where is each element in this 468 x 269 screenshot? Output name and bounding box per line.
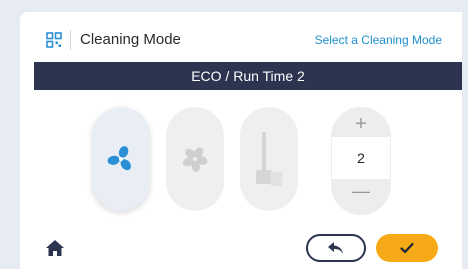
increment-button[interactable]: +: [331, 113, 391, 135]
mop-mode-button-disabled[interactable]: [240, 107, 298, 211]
cleaning-mode-panel: Cleaning Mode Select a Cleaning Mode ECO…: [20, 12, 462, 269]
mode-banner: ECO / Run Time 2: [34, 62, 462, 90]
back-arrow-icon: [328, 242, 343, 254]
panel-header: Cleaning Mode Select a Cleaning Mode: [20, 12, 462, 62]
check-icon: [400, 242, 414, 254]
select-cleaning-mode-link[interactable]: Select a Cleaning Mode: [315, 33, 442, 47]
stepper-value: 2: [332, 137, 390, 179]
fan-icon: [183, 147, 208, 172]
run-time-stepper: + 2 —: [331, 107, 391, 215]
mop-bucket-icon: [256, 132, 283, 186]
fan-mode-button-disabled[interactable]: [166, 107, 224, 211]
confirm-button[interactable]: [376, 234, 438, 262]
decrement-button[interactable]: —: [331, 181, 391, 207]
fan-mode-button[interactable]: [92, 107, 150, 211]
grid-icon: [46, 32, 62, 48]
header-divider: [70, 30, 71, 50]
page-title: Cleaning Mode: [80, 31, 181, 48]
fan-icon: [107, 146, 131, 171]
back-button[interactable]: [306, 234, 366, 262]
home-icon[interactable]: [45, 238, 65, 258]
